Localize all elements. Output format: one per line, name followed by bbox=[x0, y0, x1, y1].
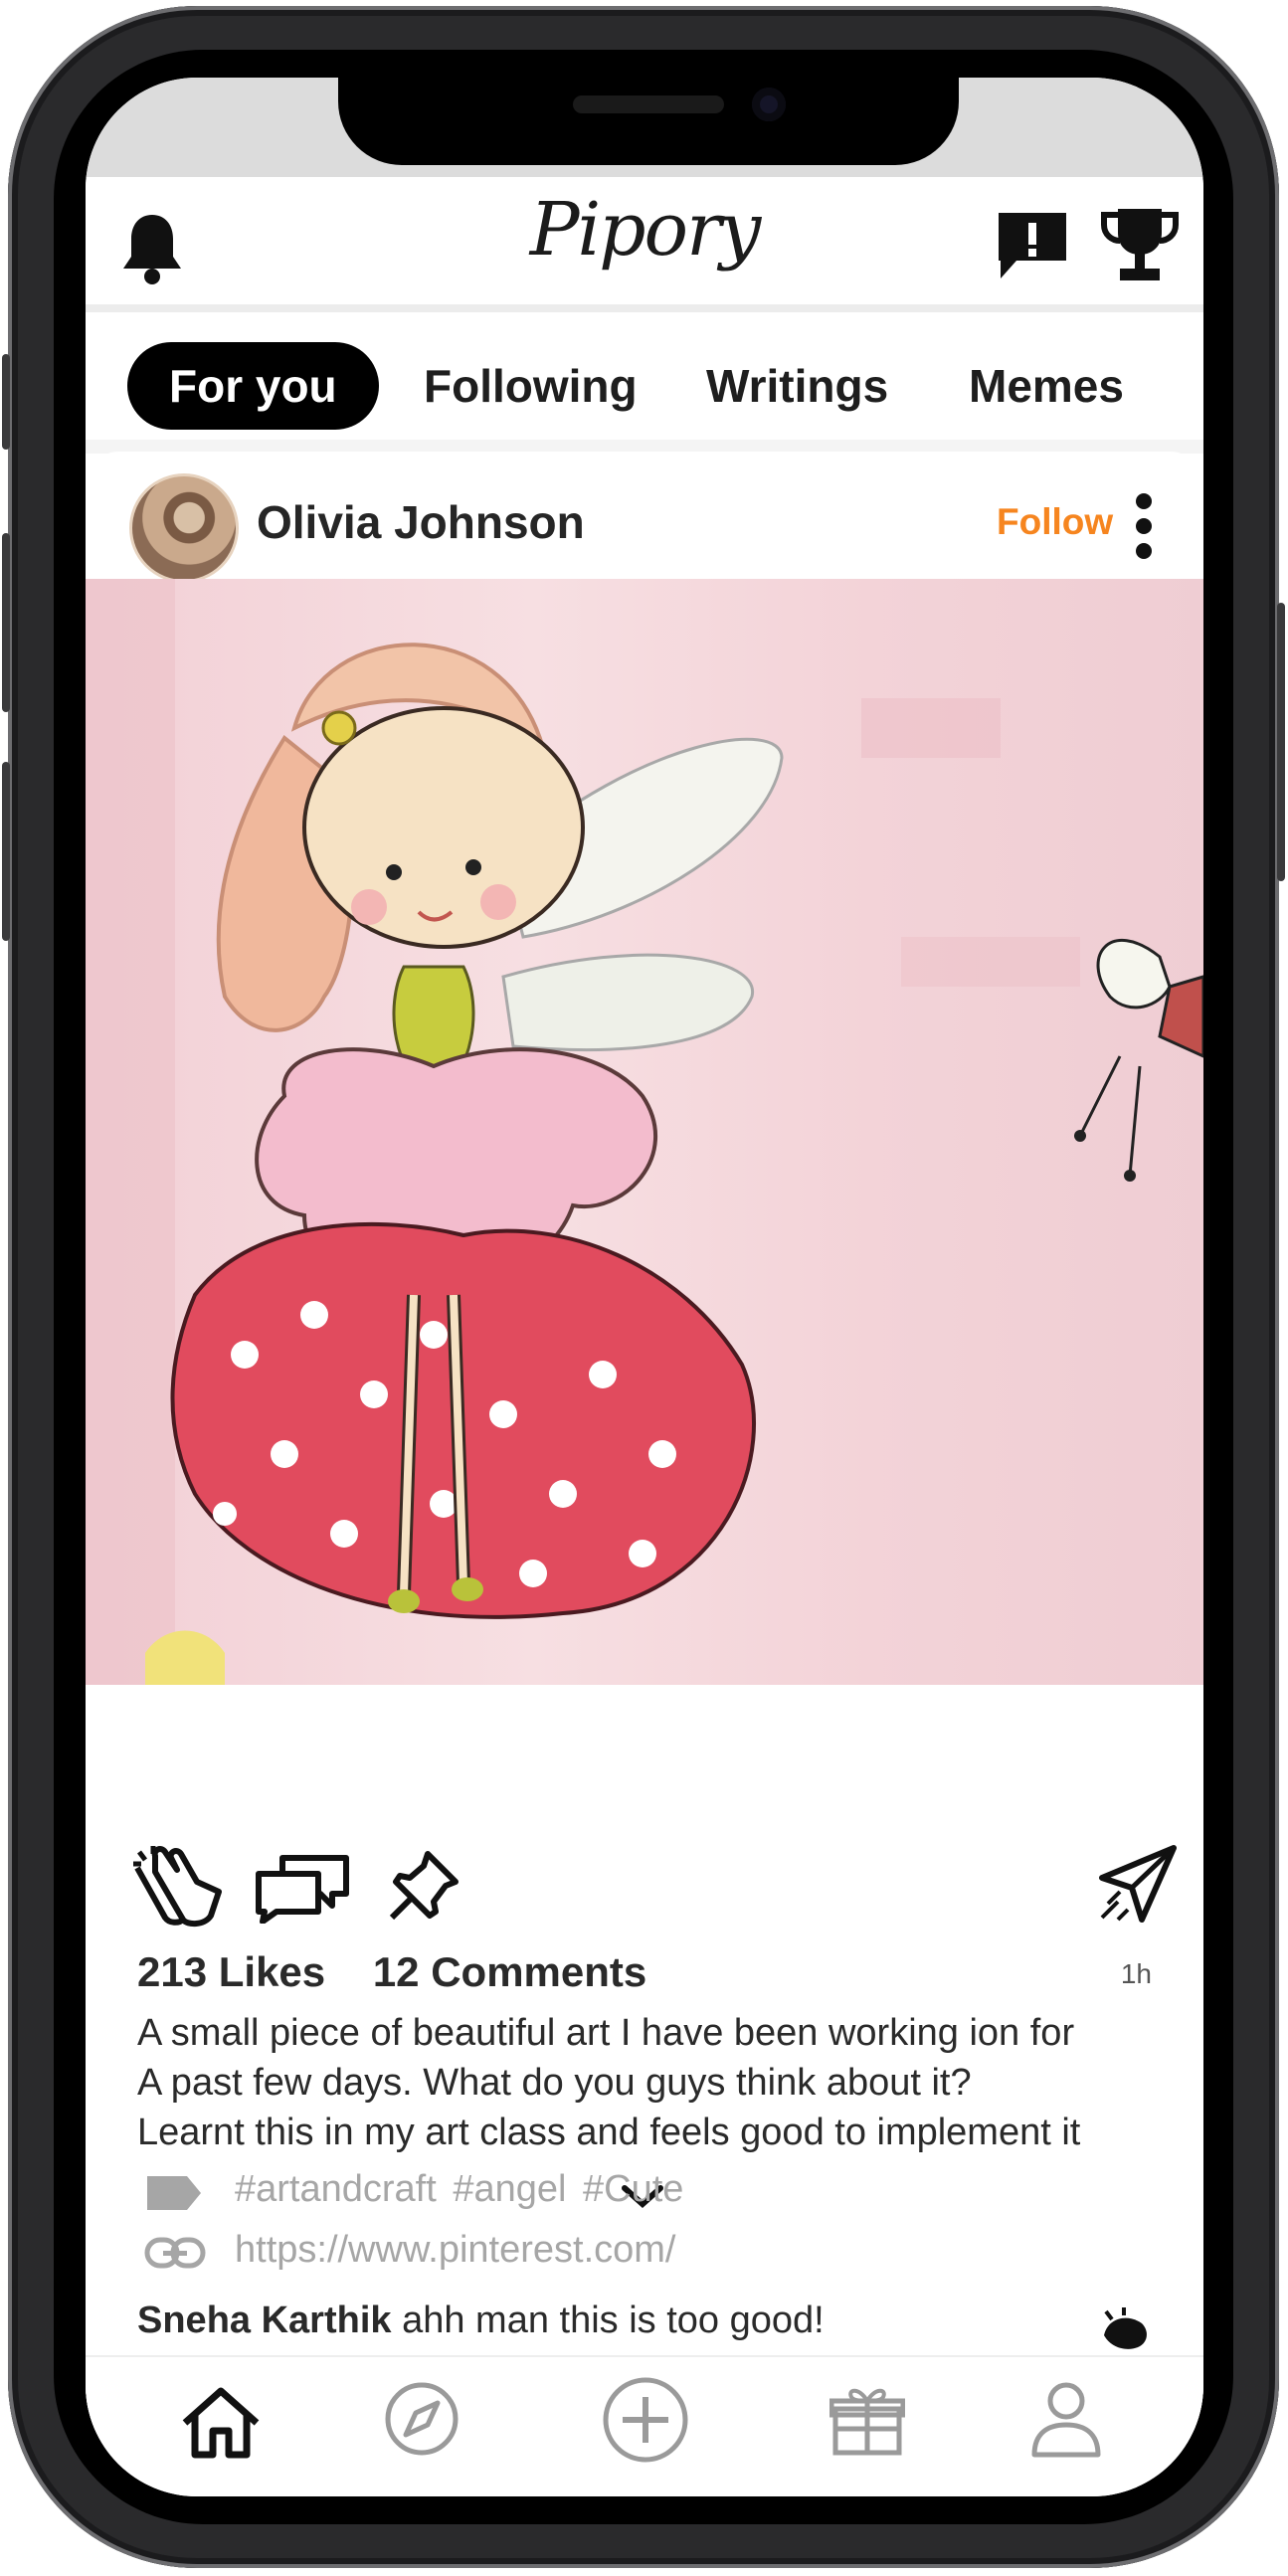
likes-count[interactable]: 213 Likes bbox=[137, 1948, 325, 1995]
post-image[interactable] bbox=[86, 579, 1203, 1685]
tab-writings[interactable]: Writings bbox=[706, 342, 888, 430]
post-username[interactable]: Olivia Johnson bbox=[257, 495, 585, 549]
caption-line: A past few days. What do you guys think … bbox=[137, 2062, 972, 2104]
mute-switch bbox=[2, 354, 10, 450]
tab-for-you[interactable]: For you bbox=[127, 342, 379, 430]
post-card: Olivia Johnson Follow 213 Likes 12 Comme… bbox=[86, 452, 1203, 2431]
comments-icon[interactable] bbox=[253, 1852, 352, 1924]
send-icon[interactable] bbox=[1098, 1844, 1178, 1924]
clap-icon[interactable] bbox=[125, 1842, 225, 1928]
category-tabs: For you Following Writings Memes bbox=[86, 312, 1203, 440]
power-button bbox=[1277, 603, 1285, 881]
comments-count[interactable]: 12 Comments bbox=[373, 1948, 646, 1995]
caption-line: Learnt this in my art class and feels go… bbox=[137, 2112, 1081, 2153]
speaker bbox=[573, 95, 724, 113]
post-time: 1h bbox=[1120, 1958, 1152, 1989]
reaction-icon[interactable] bbox=[1098, 2307, 1152, 2351]
post-stats: 213 Likes 12 Comments bbox=[137, 1948, 682, 1996]
comment-text: ahh man this is too good! bbox=[391, 2300, 825, 2341]
post-caption: A small piece of beautiful art I have be… bbox=[137, 2008, 1172, 2157]
tag-icon bbox=[147, 2176, 201, 2210]
tab-memes[interactable]: Memes bbox=[969, 342, 1124, 430]
volume-up-button bbox=[2, 533, 10, 712]
avatar[interactable] bbox=[129, 473, 239, 583]
tab-following[interactable]: Following bbox=[424, 342, 638, 430]
comment-author[interactable]: Sneha Karthik bbox=[137, 2300, 392, 2341]
caption-line: A small piece of beautiful art I have be… bbox=[137, 2012, 1075, 2054]
link-icon bbox=[144, 2237, 206, 2269]
app-screen: Pipory For you Following Writings Memes … bbox=[86, 78, 1203, 2496]
bottom-navigation bbox=[86, 2355, 1203, 2496]
volume-down-button bbox=[2, 762, 10, 941]
alert-message-icon[interactable] bbox=[995, 207, 1070, 282]
app-header: Pipory bbox=[86, 177, 1203, 312]
home-icon[interactable] bbox=[179, 2385, 263, 2461]
plus-circle-icon[interactable] bbox=[601, 2375, 690, 2465]
pin-icon[interactable] bbox=[388, 1848, 461, 1922]
more-options-icon[interactable] bbox=[1134, 491, 1154, 561]
compass-icon[interactable] bbox=[382, 2379, 461, 2459]
fairy-illustration bbox=[86, 579, 1203, 1685]
post-tags[interactable]: #artandcraft #angel #Cute bbox=[235, 2168, 683, 2211]
top-comment: Sneha Karthik ahh man this is too good! bbox=[137, 2300, 825, 2342]
gift-icon[interactable] bbox=[829, 2383, 905, 2459]
notch bbox=[338, 78, 959, 165]
trophy-icon[interactable] bbox=[1100, 203, 1180, 286]
post-link[interactable]: https://www.pinterest.com/ bbox=[235, 2229, 676, 2272]
front-camera bbox=[752, 88, 786, 121]
follow-button[interactable]: Follow bbox=[997, 501, 1113, 543]
profile-icon[interactable] bbox=[1028, 2379, 1104, 2459]
